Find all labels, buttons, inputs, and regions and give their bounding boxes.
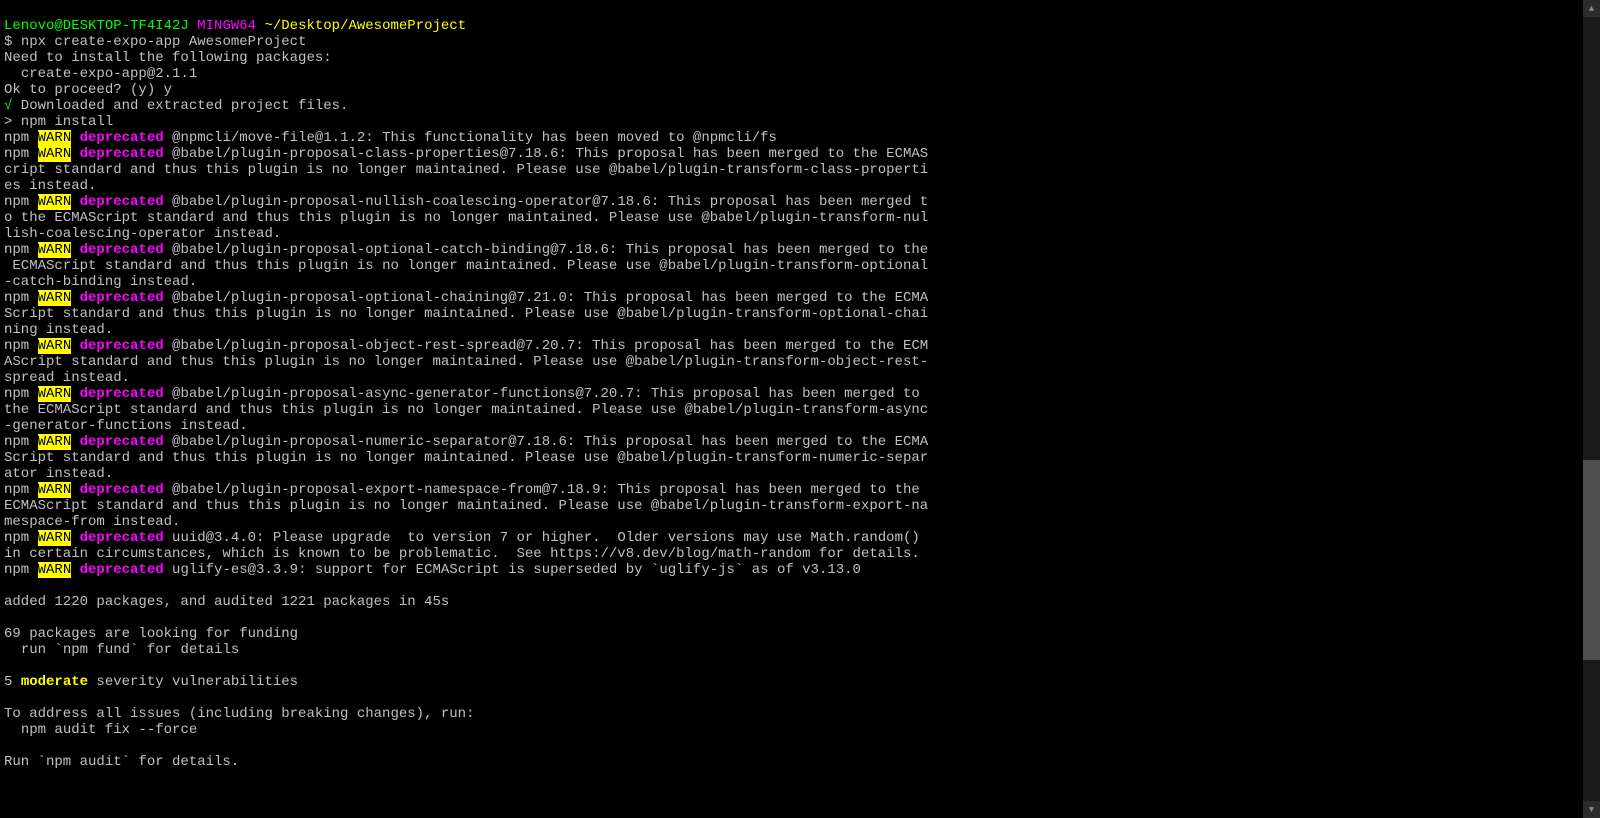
- line-proceed: Ok to proceed? (y) y: [4, 82, 172, 98]
- warn-badge: WARN: [38, 386, 72, 402]
- scrollbar-up-button[interactable]: ▲: [1583, 0, 1600, 17]
- warn-badge: WARN: [38, 194, 72, 210]
- warn-text: @babel/plugin-proposal-optional-catch-bi…: [172, 242, 928, 258]
- warn-text-cont: cript standard and thus this plugin is n…: [4, 162, 928, 178]
- deprecated-label: deprecated: [71, 194, 172, 210]
- line-funding1: 69 packages are looking for funding: [4, 626, 298, 642]
- line-fix: npm audit fix --force: [4, 722, 197, 738]
- npm-label: npm: [4, 434, 38, 450]
- line-npm-install: > npm install: [4, 114, 113, 130]
- scrollbar-track[interactable]: ▲ ▼: [1583, 0, 1600, 818]
- warn-text-cont: es instead.: [4, 178, 96, 194]
- prompt-system: MINGW64: [197, 18, 256, 34]
- terminal-output[interactable]: Lenovo@DESKTOP-TF4I42J MINGW64 ~/Desktop…: [0, 0, 1600, 772]
- warn-badge: WARN: [38, 290, 72, 306]
- prompt-symbol: $: [4, 34, 21, 50]
- npm-label: npm: [4, 146, 38, 162]
- line-funding2: run `npm fund` for details: [4, 642, 239, 658]
- warn-text-cont: mespace-from instead.: [4, 514, 180, 530]
- warn-text-cont: -generator-functions instead.: [4, 418, 248, 434]
- warn-text: @babel/plugin-proposal-export-namespace-…: [172, 482, 928, 498]
- vuln-severity: moderate: [21, 674, 88, 690]
- deprecated-label: deprecated: [71, 242, 172, 258]
- npm-label: npm: [4, 130, 38, 146]
- warn-text-cont: the ECMAScript standard and thus this pl…: [4, 402, 928, 418]
- deprecated-label: deprecated: [71, 386, 172, 402]
- vuln-suffix: severity vulnerabilities: [88, 674, 298, 690]
- warn-text-cont: ator instead.: [4, 466, 113, 482]
- warn-badge: WARN: [38, 530, 72, 546]
- npm-label: npm: [4, 530, 38, 546]
- warnings-block: npm WARN deprecated @npmcli/move-file@1.…: [4, 130, 1596, 578]
- warn-text-cont: ECMAScript standard and thus this plugin…: [4, 258, 928, 274]
- warn-badge: WARN: [38, 482, 72, 498]
- warn-text: @babel/plugin-proposal-optional-chaining…: [172, 290, 928, 306]
- scrollbar-thumb[interactable]: [1583, 460, 1600, 660]
- warn-badge: WARN: [38, 146, 72, 162]
- warn-text-cont: lish-coalescing-operator instead.: [4, 226, 281, 242]
- warn-badge: WARN: [38, 434, 72, 450]
- warn-text: @babel/plugin-proposal-nullish-coalescin…: [172, 194, 928, 210]
- scrollbar-down-button[interactable]: ▼: [1583, 801, 1600, 818]
- npm-label: npm: [4, 290, 38, 306]
- npm-label: npm: [4, 482, 38, 498]
- warn-badge: WARN: [38, 130, 72, 146]
- deprecated-label: deprecated: [71, 482, 172, 498]
- line-audit: Run `npm audit` for details.: [4, 754, 239, 770]
- warn-text: @babel/plugin-proposal-class-properties@…: [172, 146, 928, 162]
- warn-text: uglify-es@3.3.9: support for ECMAScript …: [172, 562, 861, 578]
- warn-text-cont: o the ECMAScript standard and thus this …: [4, 210, 928, 226]
- vuln-count: 5: [4, 674, 21, 690]
- deprecated-label: deprecated: [71, 146, 172, 162]
- npm-label: npm: [4, 562, 38, 578]
- deprecated-label: deprecated: [71, 338, 172, 354]
- warn-text-cont: in certain circumstances, which is known…: [4, 546, 920, 562]
- warn-text-cont: ning instead.: [4, 322, 113, 338]
- deprecated-label: deprecated: [71, 290, 172, 306]
- deprecated-label: deprecated: [71, 130, 172, 146]
- line-install-pkg: create-expo-app@2.1.1: [4, 66, 197, 82]
- npm-label: npm: [4, 338, 38, 354]
- warn-badge: WARN: [38, 562, 72, 578]
- command-text: npx create-expo-app AwesomeProject: [21, 34, 307, 50]
- line-added: added 1220 packages, and audited 1221 pa…: [4, 594, 449, 610]
- warn-text: uuid@3.4.0: Please upgrade to version 7 …: [172, 530, 928, 546]
- prompt-path: ~/Desktop/AwesomeProject: [264, 18, 466, 34]
- prompt-user: Lenovo@DESKTOP-TF4I42J: [4, 18, 189, 34]
- warn-text-cont: spread instead.: [4, 370, 130, 386]
- line-address: To address all issues (including breakin…: [4, 706, 474, 722]
- deprecated-label: deprecated: [71, 530, 172, 546]
- deprecated-label: deprecated: [71, 434, 172, 450]
- warn-text-cont: -catch-binding instead.: [4, 274, 197, 290]
- line-downloaded: Downloaded and extracted project files.: [12, 98, 348, 114]
- warn-badge: WARN: [38, 242, 72, 258]
- npm-label: npm: [4, 194, 38, 210]
- warn-badge: WARN: [38, 338, 72, 354]
- warn-text: @babel/plugin-proposal-object-rest-sprea…: [172, 338, 928, 354]
- warn-text: @babel/plugin-proposal-numeric-separator…: [172, 434, 928, 450]
- warn-text-cont: Script standard and thus this plugin is …: [4, 306, 928, 322]
- warn-text: @babel/plugin-proposal-async-generator-f…: [172, 386, 928, 402]
- warn-text-cont: ECMAScript standard and thus this plugin…: [4, 498, 928, 514]
- warn-text-cont: AScript standard and thus this plugin is…: [4, 354, 928, 370]
- npm-label: npm: [4, 386, 38, 402]
- line-install-needed: Need to install the following packages:: [4, 50, 332, 66]
- npm-label: npm: [4, 242, 38, 258]
- deprecated-label: deprecated: [71, 562, 172, 578]
- warn-text-cont: Script standard and thus this plugin is …: [4, 450, 928, 466]
- warn-text: @npmcli/move-file@1.1.2: This functional…: [172, 130, 777, 146]
